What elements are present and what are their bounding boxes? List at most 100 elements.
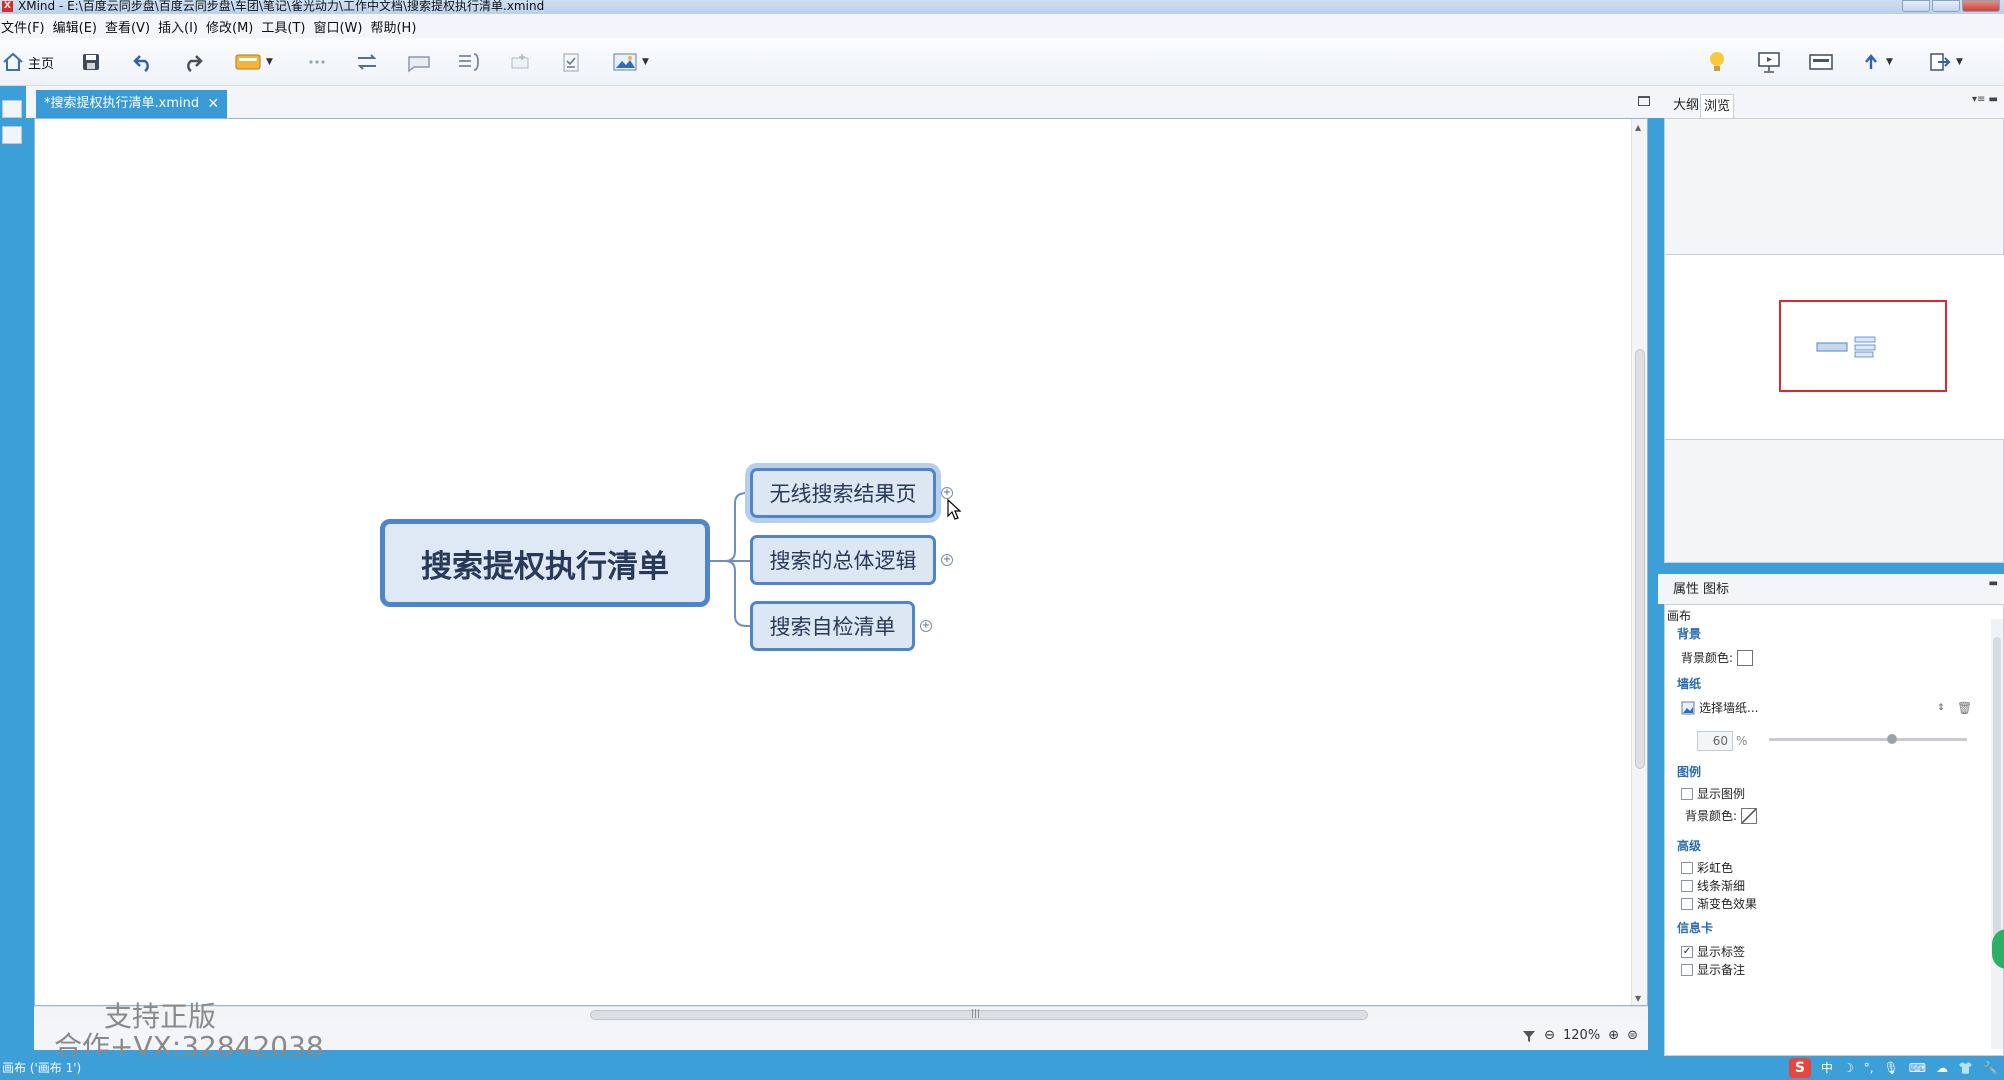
subtopic-button[interactable] [304,48,330,76]
expand-icon[interactable]: + [920,620,932,632]
moon-icon[interactable]: ☽ [1843,1056,1854,1080]
home-button[interactable]: 主页 [2,48,54,76]
skin-icon[interactable]: ☁ [1936,1056,1948,1080]
scroll-down-icon[interactable]: ▼ [1635,994,1641,1003]
show-legend-checkbox[interactable] [1681,787,1693,800]
canvas-vertical-scrollbar[interactable]: ▲ ▼ [1631,119,1647,1005]
rainbow-checkbox[interactable] [1681,861,1693,874]
mini-view-icon[interactable] [2,100,22,118]
chevron-down-icon[interactable]: ▼ [1956,57,1963,67]
close-tab-icon[interactable]: ✕ [207,90,219,118]
chevron-down-icon[interactable]: ▼ [1886,57,1893,67]
subtopic-self-check[interactable]: 搜索自检清单 [750,601,915,651]
zoom-level: 120% [1563,1028,1601,1043]
minimize-button[interactable] [1902,0,1930,12]
select-wallpaper-row[interactable]: 选择墙纸... ⇕ 🗑 [1681,699,1981,716]
trash-icon[interactable]: 🗑 [1957,701,1972,715]
punctuation-icon[interactable]: °, [1864,1056,1874,1080]
gradient-effect-checkbox[interactable] [1681,897,1693,910]
menu-tools[interactable]: 工具(T) [261,17,312,36]
summary-button[interactable] [456,48,482,76]
callout-button[interactable] [406,48,432,76]
horizontal-scroll-thumb[interactable]: ||| [590,1009,1368,1020]
presentation-button[interactable] [1756,48,1782,76]
chevron-down-icon[interactable]: ▼ [266,57,273,67]
panel-menu-icon[interactable]: ▾≡ ▬ [1972,94,1998,105]
menu-view[interactable]: 查看(V) [105,17,157,36]
menu-modify[interactable]: 修改(M) [206,17,260,36]
menu-help[interactable]: 帮助(H) [370,17,423,36]
vertical-scroll-thumb[interactable] [1635,349,1645,769]
left-side-strip [0,86,26,1056]
save-button[interactable] [80,48,102,76]
zoom-fit-icon[interactable]: ⊜ [1627,1028,1638,1043]
subtopic-wireless-search[interactable]: 无线搜索结果页 [750,468,936,518]
viewport-rectangle[interactable] [1779,300,1947,392]
tab-icons[interactable]: 图标 [1700,578,1732,602]
properties-scrollbar[interactable] [1991,619,2003,1049]
relationship-icon [357,54,377,70]
map-overview[interactable] [1665,254,2004,440]
share-button[interactable]: ▼ [1860,48,1893,76]
task-button[interactable] [560,48,582,76]
upload-icon [1865,54,1877,69]
tab-browse[interactable]: 浏览 [1700,94,1735,118]
relationship-button[interactable] [354,48,380,76]
opacity-slider[interactable] [1769,734,1967,744]
tab-properties[interactable]: 属性 [1670,578,1702,602]
shirt-icon[interactable]: 👕 [1958,1056,1973,1080]
document-tab[interactable]: *搜索提权执行清单.xmind ✕ [36,90,228,118]
background-color-swatch[interactable] [1737,649,1754,666]
central-topic[interactable]: 搜索提权执行清单 [380,519,710,607]
keyboard-icon[interactable]: ⌨ [1909,1056,1926,1080]
zoom-in-icon[interactable]: ⊕ [1608,1028,1619,1043]
mindmap-canvas[interactable]: 搜索提权执行清单 无线搜索结果页 + 搜索的总体逻辑 + 搜索自检清单 + ▲ … [34,118,1648,1006]
undo-button[interactable] [132,48,154,76]
mini-outline-icon[interactable] [2,126,22,144]
spinner-icon[interactable]: ⇕ [1937,703,1945,713]
image-button[interactable]: ▼ [612,48,649,76]
microphone-icon[interactable]: 🎙 [1884,1056,1899,1080]
expand-icon[interactable]: + [941,487,953,499]
watermark-line1: 支持正版 [104,1000,217,1033]
close-window-button[interactable] [1962,0,2000,12]
boundary-button[interactable] [508,48,534,76]
browse-view [1664,118,2004,563]
show-labels-checkbox[interactable]: ✓ [1681,945,1693,958]
boundary-icon [511,54,529,69]
filter-icon[interactable] [1522,1029,1536,1043]
brainstorm-button[interactable] [1706,48,1728,76]
wrench-icon[interactable]: 🔧 [1983,1056,1998,1080]
layout-button[interactable] [1808,48,1834,76]
scroll-up-icon[interactable]: ▲ [1635,123,1641,132]
topic-button[interactable]: ▼ [234,48,273,76]
zoom-out-icon[interactable]: ⊖ [1544,1028,1555,1043]
redo-button[interactable] [182,48,204,76]
expand-icon[interactable]: + [941,554,953,566]
maximize-icon[interactable] [1638,96,1650,106]
panel-minimize-icon[interactable]: ▬ [1989,578,1998,589]
ime-mode-icon[interactable]: 中 [1821,1056,1833,1080]
toolbar: 主页 ▼ ▼ ▼ ▼ [0,38,2004,86]
subtopic-search-logic[interactable]: 搜索的总体逻辑 [750,535,936,585]
chevron-down-icon[interactable]: ▼ [642,57,649,67]
opacity-input[interactable]: 60 [1697,731,1733,751]
properties-scroll-thumb[interactable] [1993,637,2001,937]
gradient-line-checkbox[interactable] [1681,879,1693,892]
xmind-logo-icon: X [2,1,13,12]
restore-button[interactable] [1932,0,1960,12]
export-icon [1930,53,1951,71]
menu-insert[interactable]: 插入(I) [158,17,205,36]
show-notes-checkbox[interactable] [1681,963,1693,976]
tab-outline[interactable]: 大纲 [1670,94,1702,118]
opacity-slider-knob[interactable] [1887,734,1897,744]
export-button[interactable]: ▼ [1928,48,1963,76]
menu-window[interactable]: 窗口(W) [313,17,369,36]
menu-file[interactable]: 文件(F) [1,17,52,36]
rainbow-label: 彩虹色 [1697,861,1734,875]
undo-icon [133,55,149,73]
sogou-ime-icon[interactable]: S [1788,1058,1811,1078]
menu-edit[interactable]: 编辑(E) [53,17,104,36]
lightbulb-icon [1710,52,1724,71]
legend-bg-color-swatch[interactable] [1741,807,1758,824]
